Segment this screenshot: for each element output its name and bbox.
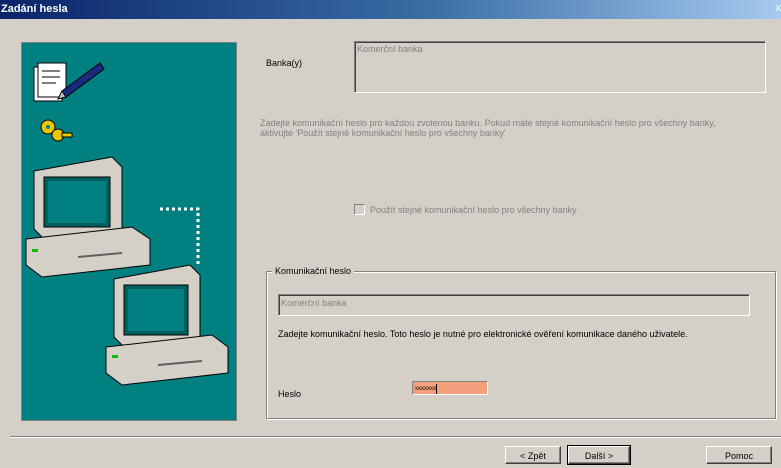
- next-button[interactable]: Další >: [567, 445, 631, 465]
- same-password-checkbox[interactable]: [354, 204, 365, 215]
- document-pen-icon: [33, 62, 105, 102]
- bank-list-item[interactable]: Komerční banka: [357, 44, 423, 54]
- comm-bank-value: Komerční banka: [281, 298, 347, 308]
- keys-icon: [40, 119, 73, 142]
- instruction-line-2: aktivujte 'Použít stejné komunikační hes…: [260, 128, 506, 138]
- back-button-label: < Zpět: [520, 451, 546, 461]
- password-label: Heslo: [278, 389, 302, 399]
- computer-icon: [105, 264, 229, 386]
- help-button[interactable]: Pomoc: [706, 446, 772, 464]
- network-illustration: [25, 62, 229, 386]
- wizard-illustration: [21, 42, 237, 421]
- text-caret: [436, 384, 437, 394]
- bank-label: Banka(y): [266, 58, 303, 68]
- same-password-checkbox-label: Použít stejné komunikační heslo pro všec…: [370, 204, 577, 215]
- instruction-line-1: Zadejte komunikační heslo pro každou zvo…: [260, 118, 716, 128]
- back-button[interactable]: < Zpět: [505, 446, 561, 464]
- comm-description: Zadejte komunikační heslo. Toto heslo je…: [278, 329, 688, 339]
- comm-password-group-legend: Komunikační heslo: [272, 266, 355, 276]
- computer-icon: [25, 156, 151, 278]
- title-bar: Zadání hesla x: [0, 0, 781, 19]
- close-icon[interactable]: x: [776, 2, 781, 14]
- window-title: Zadání hesla: [1, 3, 68, 15]
- button-separator: [10, 436, 781, 438]
- comm-bank-field: Komerční banka: [278, 294, 750, 316]
- same-password-checkbox-row[interactable]: Použít stejné komunikační heslo pro všec…: [354, 204, 577, 215]
- password-input[interactable]: xxxxxxx: [412, 381, 488, 395]
- help-button-label: Pomoc: [724, 451, 753, 461]
- bank-list[interactable]: Komerční banka: [354, 41, 766, 93]
- next-button-label: Další >: [584, 451, 614, 461]
